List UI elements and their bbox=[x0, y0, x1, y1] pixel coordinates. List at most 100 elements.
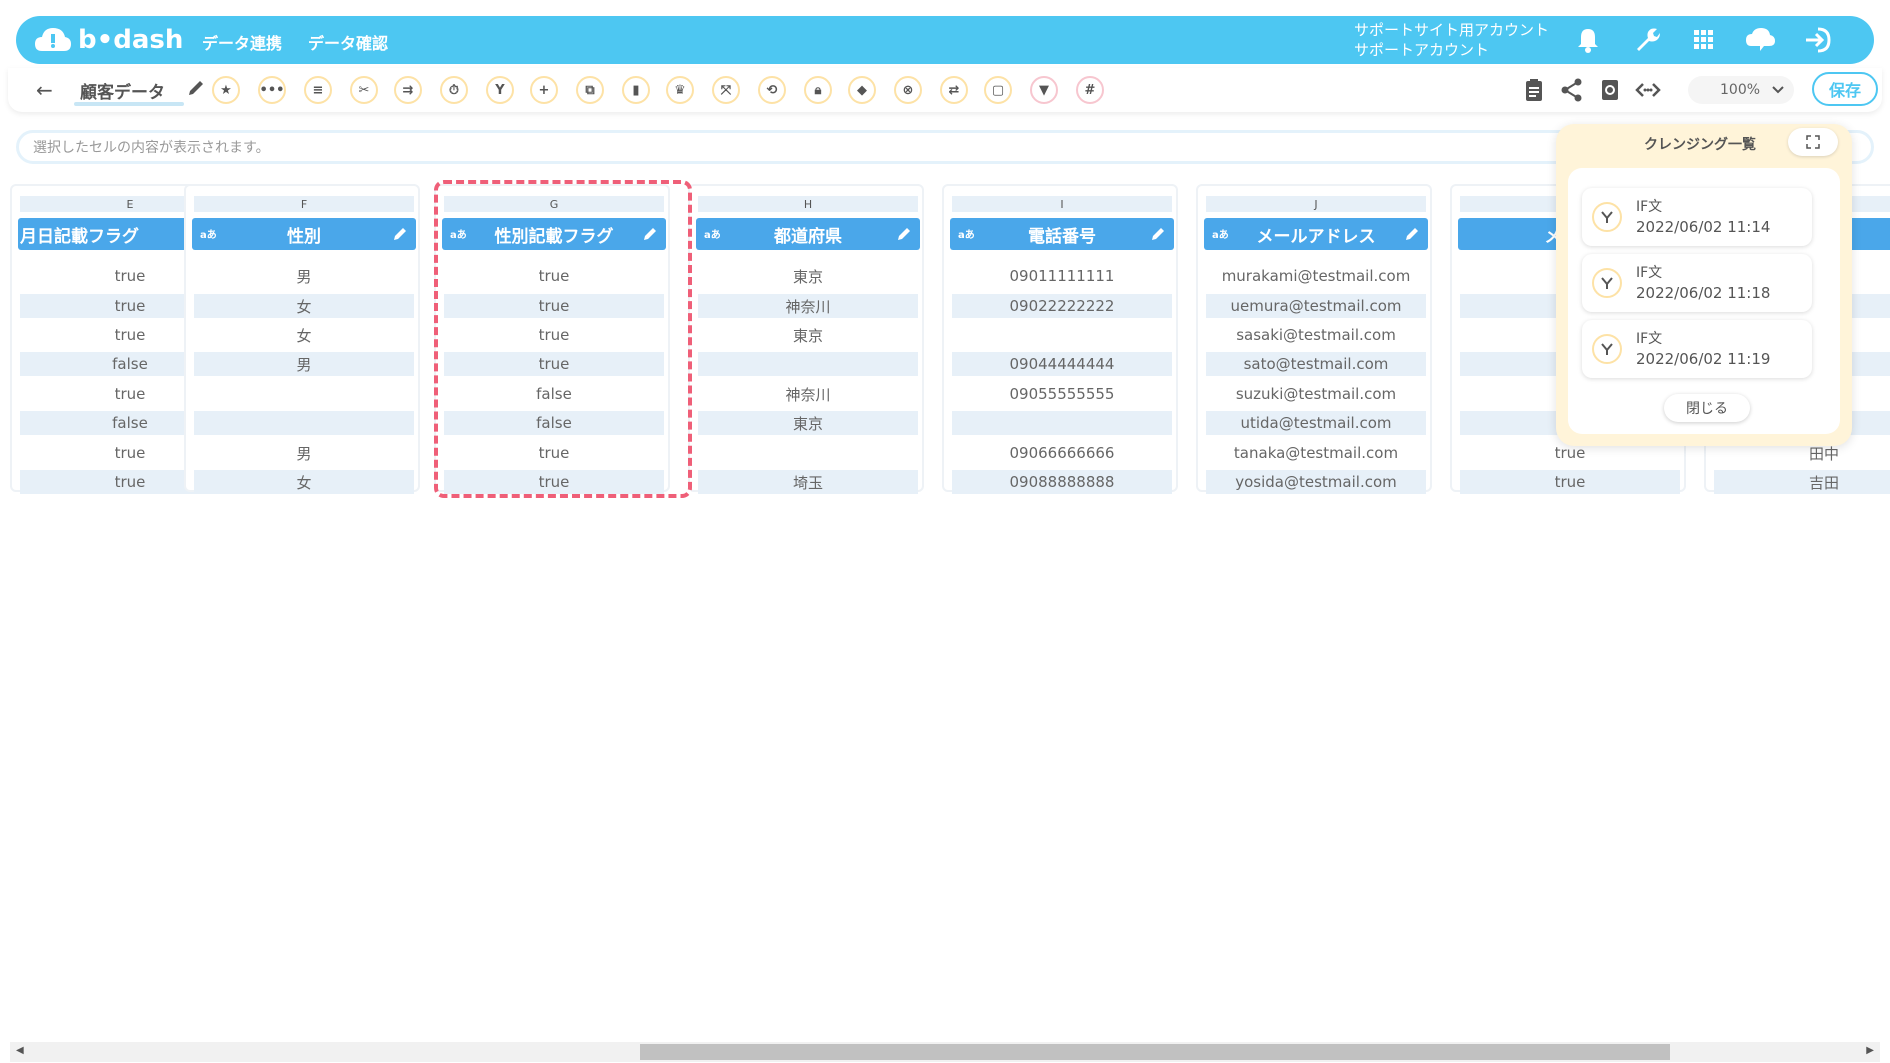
table-cell[interactable]: true bbox=[444, 323, 664, 347]
package-icon[interactable]: ◆ bbox=[848, 76, 876, 104]
clipboard-icon[interactable] bbox=[1520, 76, 1548, 104]
apps-grid-icon[interactable] bbox=[1688, 24, 1720, 56]
plus-icon[interactable]: + bbox=[530, 76, 558, 104]
crown-icon[interactable]: ♛ bbox=[666, 76, 694, 104]
cleansing-item[interactable]: IF文 2022/06/02 11:19 bbox=[1582, 320, 1812, 378]
support-chat-icon[interactable] bbox=[1744, 24, 1776, 56]
scissors-icon[interactable]: ✂ bbox=[350, 76, 378, 104]
column-letter[interactable]: H bbox=[698, 196, 918, 212]
merge-icon[interactable]: ⇉ bbox=[394, 76, 422, 104]
list-icon[interactable]: ≡ bbox=[304, 76, 332, 104]
column-letter[interactable]: F bbox=[194, 196, 414, 212]
column-header[interactable]: aあ 性別記載フラグ bbox=[442, 218, 666, 250]
table-cell[interactable] bbox=[698, 352, 918, 376]
table-cell[interactable] bbox=[698, 441, 918, 465]
table-cell[interactable]: 埼玉 bbox=[698, 470, 918, 494]
column-letter[interactable]: J bbox=[1206, 196, 1426, 212]
table-cell[interactable]: true bbox=[444, 441, 664, 465]
more-icon[interactable]: ••• bbox=[258, 76, 286, 104]
table-cell[interactable]: sato@testmail.com bbox=[1206, 352, 1426, 376]
table-cell[interactable]: sasaki@testmail.com bbox=[1206, 323, 1426, 347]
scroll-right-arrow-icon[interactable]: ▶ bbox=[1866, 1045, 1874, 1056]
table-cell[interactable]: 09022222222 bbox=[952, 294, 1172, 318]
table-cell[interactable]: tanaka@testmail.com bbox=[1206, 441, 1426, 465]
clear-icon[interactable]: ⊗ bbox=[894, 76, 922, 104]
share-icon[interactable] bbox=[1558, 76, 1586, 104]
table-cell[interactable]: 男 bbox=[194, 441, 414, 465]
wrench-icon[interactable] bbox=[1630, 24, 1662, 56]
logout-icon[interactable] bbox=[1802, 24, 1834, 56]
nav-data-check[interactable]: データ確認 bbox=[308, 30, 388, 54]
history-icon[interactable] bbox=[1596, 76, 1624, 104]
table-cell[interactable] bbox=[194, 411, 414, 435]
cleansing-item[interactable]: IF文 2022/06/02 11:14 bbox=[1582, 188, 1812, 246]
column-header[interactable]: aあ メールアドレス bbox=[1204, 218, 1428, 250]
edit-column-pencil-icon[interactable] bbox=[896, 226, 912, 242]
table-cell[interactable]: 吉田 bbox=[1714, 470, 1890, 494]
bell-icon[interactable] bbox=[1572, 24, 1604, 56]
table-cell[interactable]: 男 bbox=[194, 352, 414, 376]
table-cell[interactable]: 男 bbox=[194, 264, 414, 288]
star-icon[interactable]: ★ bbox=[212, 76, 240, 104]
table-cell[interactable]: true bbox=[1460, 470, 1680, 494]
code-icon[interactable] bbox=[1634, 76, 1662, 104]
logo[interactable]: b•dash bbox=[34, 22, 183, 58]
scrollbar-thumb[interactable] bbox=[640, 1044, 1670, 1060]
column-letter[interactable]: G bbox=[444, 196, 664, 212]
zoom-select[interactable]: 100% bbox=[1688, 76, 1794, 104]
branch-icon[interactable]: Y bbox=[486, 76, 514, 104]
nav-data-link[interactable]: データ連携 bbox=[202, 30, 282, 54]
lock-icon[interactable]: 🔒︎ bbox=[804, 76, 832, 104]
table-cell[interactable]: true bbox=[444, 470, 664, 494]
repeat-icon[interactable]: ⟲ bbox=[758, 76, 786, 104]
edit-column-pencil-icon[interactable] bbox=[1150, 226, 1166, 242]
column-header[interactable]: aあ 性別 bbox=[192, 218, 416, 250]
account-info[interactable]: サポートサイト用アカウント サポートアカウント bbox=[1354, 20, 1549, 60]
close-panel-button[interactable]: 閉じる bbox=[1664, 394, 1750, 422]
replace-icon[interactable]: ⇄ bbox=[940, 76, 968, 104]
rename-pencil-icon[interactable] bbox=[186, 78, 206, 98]
column-header[interactable]: aあ 電話番号 bbox=[950, 218, 1174, 250]
box-icon[interactable]: ▢ bbox=[984, 76, 1012, 104]
table-cell[interactable]: 神奈川 bbox=[698, 382, 918, 406]
cleansing-item[interactable]: IF文 2022/06/02 11:18 bbox=[1582, 254, 1812, 312]
table-cell[interactable]: true bbox=[444, 264, 664, 288]
expand-panel-button[interactable] bbox=[1788, 128, 1838, 156]
table-cell[interactable]: 神奈川 bbox=[698, 294, 918, 318]
grid-icon[interactable]: # bbox=[1076, 76, 1104, 104]
table-cell[interactable]: 女 bbox=[194, 323, 414, 347]
table-cell[interactable]: 東京 bbox=[698, 411, 918, 435]
copy-icon[interactable]: ⧉ bbox=[576, 76, 604, 104]
table-cell[interactable]: 東京 bbox=[698, 264, 918, 288]
table-cell[interactable]: 東京 bbox=[698, 323, 918, 347]
column-letter[interactable]: I bbox=[952, 196, 1172, 212]
table-cell[interactable]: suzuki@testmail.com bbox=[1206, 382, 1426, 406]
column-header[interactable]: aあ 都道府県 bbox=[696, 218, 920, 250]
expand-icon[interactable]: ⤧ bbox=[712, 76, 740, 104]
table-cell[interactable]: false bbox=[444, 382, 664, 406]
table-cell[interactable]: true bbox=[444, 294, 664, 318]
table-cell[interactable]: 女 bbox=[194, 294, 414, 318]
timer-icon[interactable]: ⏱ bbox=[440, 76, 468, 104]
edit-column-pencil-icon[interactable] bbox=[392, 226, 408, 242]
horizontal-scrollbar[interactable]: ◀ ▶ bbox=[10, 1042, 1880, 1062]
table-cell[interactable] bbox=[952, 323, 1172, 347]
table-cell[interactable] bbox=[952, 411, 1172, 435]
table-cell[interactable]: uemura@testmail.com bbox=[1206, 294, 1426, 318]
table-cell[interactable]: true bbox=[444, 352, 664, 376]
table-cell[interactable]: 女 bbox=[194, 470, 414, 494]
table-cell[interactable]: 09055555555 bbox=[952, 382, 1172, 406]
table-cell[interactable]: yosida@testmail.com bbox=[1206, 470, 1426, 494]
trash-icon[interactable]: ▮ bbox=[622, 76, 650, 104]
table-cell[interactable]: 09066666666 bbox=[952, 441, 1172, 465]
edit-column-pencil-icon[interactable] bbox=[642, 226, 658, 242]
back-arrow-icon[interactable]: ← bbox=[36, 78, 53, 102]
table-cell[interactable]: 09088888888 bbox=[952, 470, 1172, 494]
edit-column-pencil-icon[interactable] bbox=[1404, 226, 1420, 242]
save-button[interactable]: 保存 bbox=[1812, 72, 1878, 106]
table-cell[interactable]: murakami@testmail.com bbox=[1206, 264, 1426, 288]
sheet-name[interactable]: 顧客データ bbox=[80, 78, 165, 103]
table-cell[interactable]: false bbox=[444, 411, 664, 435]
filter-icon[interactable]: ▼ bbox=[1030, 76, 1058, 104]
table-cell[interactable]: 09011111111 bbox=[952, 264, 1172, 288]
